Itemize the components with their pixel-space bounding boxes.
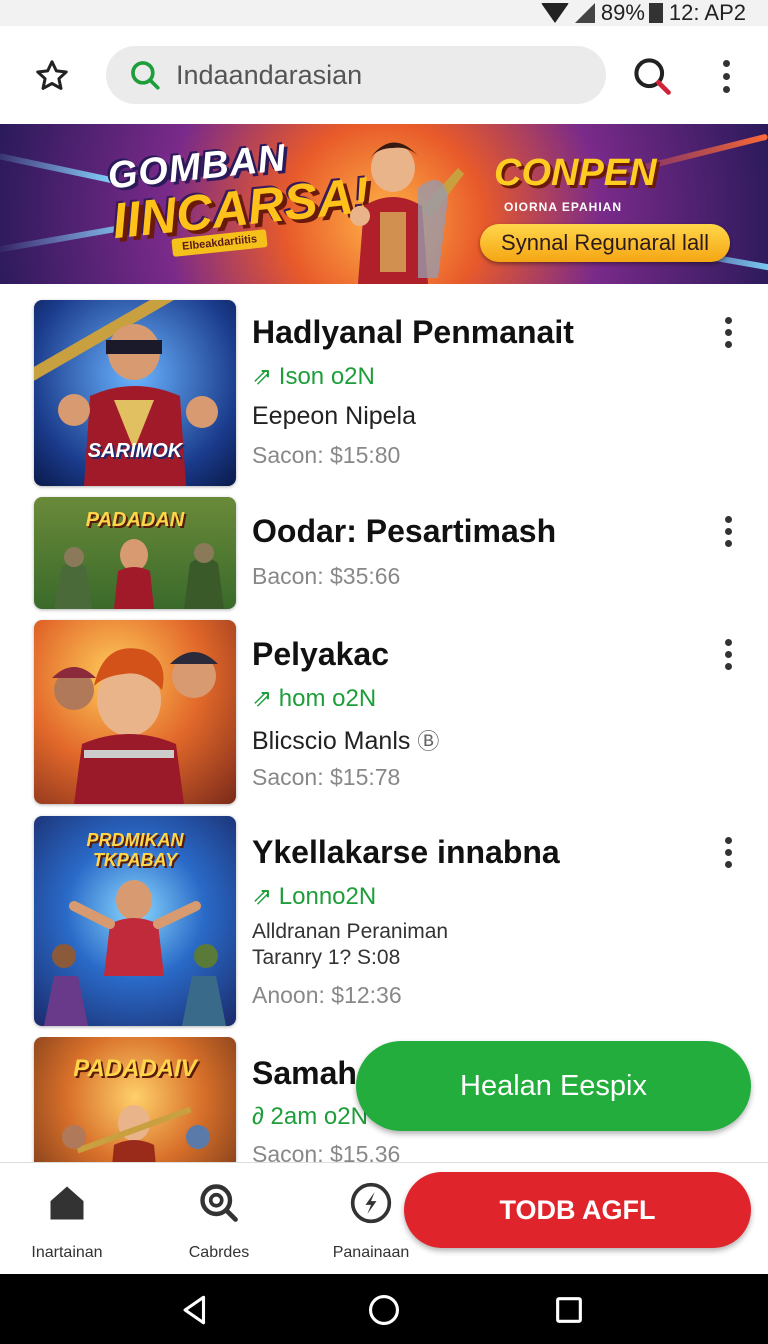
more-vert-icon [722, 59, 730, 67]
item-title: Ykellakarse innabna [252, 834, 560, 870]
clock: 12: AP2 [668, 0, 746, 25]
item-tag: ⇗ Lonno2N [252, 883, 377, 910]
overflow-menu-button[interactable] [712, 54, 740, 98]
signal-icon [574, 3, 595, 23]
favorite-button[interactable] [30, 54, 74, 98]
banner-right-title: CONPEN [494, 152, 657, 194]
nav-item-search[interactable]: Cabrdes [154, 1181, 284, 1262]
search-icon [131, 61, 160, 90]
back-icon[interactable] [178, 1293, 212, 1327]
item-subtitle-2: Taranry 1? S:08 [252, 946, 401, 969]
item-title: Oodar: Pesartimash [252, 513, 557, 549]
status-bar: 89% 12: AP2 [0, 0, 768, 26]
search-text: Indaandarasian [176, 59, 363, 90]
game-thumbnail[interactable]: PADADAN [34, 497, 236, 609]
tag-icon: ∂ [252, 1103, 271, 1130]
list-item[interactable]: PRDMIKAN TKPABAY Ykellakarse innabna ⇗ L… [0, 816, 768, 1026]
item-tag: ⇗ Ison o2N [252, 363, 375, 390]
item-title: Hadlyanal Penmanait [252, 314, 574, 350]
item-price: Sacon: $15:80 [252, 442, 401, 468]
game-thumbnail[interactable] [34, 620, 236, 804]
system-navigation-bar [0, 1274, 768, 1344]
character-artwork [52, 648, 218, 804]
thumbnail-label: PADADAN [85, 509, 185, 531]
star-icon [36, 60, 68, 90]
game-thumbnail[interactable]: SARIMOK [34, 300, 236, 486]
game-thumbnail[interactable]: PADADAIV [34, 1037, 236, 1163]
item-subtitle: Blicscio Manls Ⓑ [252, 727, 440, 755]
banner-right-subtitle: OIORNA EPAHIAN [504, 200, 623, 214]
action-button-green[interactable]: Healan Eespix [356, 1041, 751, 1131]
item-price: Bacon: $35:66 [252, 563, 401, 589]
nav-label: Inartainan [31, 1244, 103, 1261]
thumbnail-label: SARIMOK [87, 440, 183, 462]
search-icon [634, 58, 671, 95]
item-subtitle: Eepeon Nipela [252, 402, 417, 430]
item-more-button[interactable] [714, 636, 742, 672]
item-subtitle: Alldranan Peraniman [252, 920, 449, 943]
tag-icon: ⇗ [252, 363, 279, 390]
item-more-button[interactable] [714, 513, 742, 549]
recents-icon[interactable] [552, 1293, 586, 1327]
more-vert-icon [724, 638, 732, 646]
more-vert-icon [724, 515, 732, 523]
promo-banner[interactable]: GOMBAN IINCARSA! Elbeakdartiitis CONPEN … [0, 124, 768, 284]
hero-artwork [350, 142, 464, 284]
item-tag: ⇗ hom o2N [252, 685, 377, 712]
thumbnail-label: PRDMIKAN TKPABAY [86, 830, 184, 870]
home-icon [50, 1186, 84, 1220]
battery-icon [648, 3, 663, 23]
item-title: Samah [252, 1055, 357, 1091]
search-icon [200, 1184, 238, 1222]
more-vert-icon [724, 316, 732, 324]
wifi-icon [540, 3, 569, 23]
search-button[interactable] [630, 54, 674, 98]
compass-icon [350, 1182, 392, 1224]
item-price: Sacon: $15.36 [252, 1141, 401, 1163]
list-item[interactable]: PADADAN Oodar: Pesartimash Bacon: $35:66 [0, 497, 768, 609]
item-price: Anoon: $12:36 [252, 982, 402, 1008]
home-button-icon[interactable] [367, 1293, 401, 1327]
game-thumbnail[interactable]: PRDMIKAN TKPABAY [34, 816, 236, 1026]
battery-percent: 89% [600, 0, 645, 25]
item-more-button[interactable] [714, 834, 742, 870]
tag-icon: ⇗ [252, 685, 279, 712]
list-item[interactable]: Pelyakac ⇗ hom o2N Blicscio Manls Ⓑ Saco… [0, 620, 768, 804]
nav-label: Cabrdes [188, 1244, 250, 1261]
item-tag: ∂ 2am o2N [252, 1103, 368, 1130]
info-icon: Ⓑ [417, 729, 440, 754]
banner-cta-button[interactable]: Synnal Regunaral lall [480, 224, 730, 262]
item-price: Sacon: $15:78 [252, 764, 401, 790]
item-more-button[interactable] [714, 314, 742, 350]
thumbnail-label: PADADAIV [73, 1055, 197, 1082]
more-vert-icon [724, 836, 732, 844]
search-input[interactable]: Indaandarasian [106, 46, 606, 104]
top-bar: Indaandarasian [0, 26, 768, 124]
list-item[interactable]: SARIMOK Hadlyanal Penmanait ⇗ Ison o2N E… [0, 300, 768, 486]
action-button-red[interactable]: TODB AGFL [404, 1172, 751, 1248]
nav-label: Panainaan [332, 1244, 410, 1261]
tag-icon: ⇗ [252, 883, 279, 910]
nav-item-home[interactable]: Inartainan [2, 1181, 132, 1262]
item-title: Pelyakac [252, 636, 390, 672]
